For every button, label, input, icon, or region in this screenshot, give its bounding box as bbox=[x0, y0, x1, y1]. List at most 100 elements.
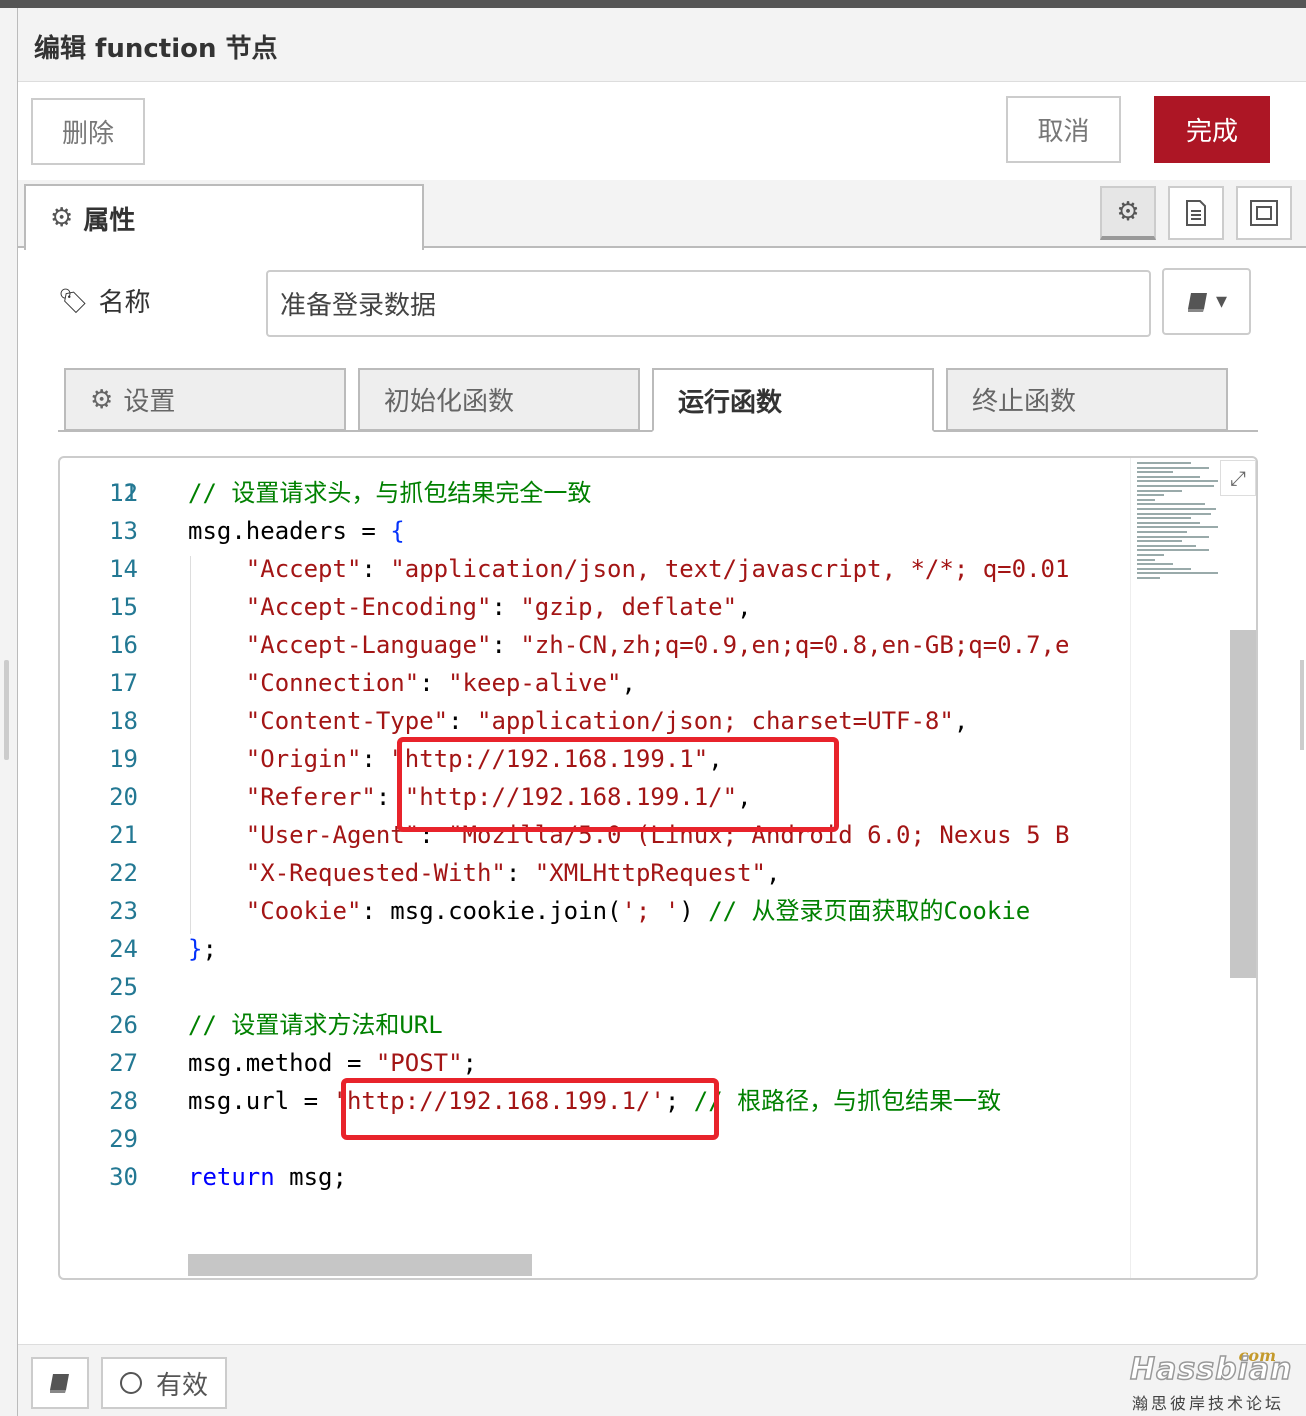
minimap-line bbox=[1137, 563, 1173, 566]
cancel-button[interactable]: 取消 bbox=[1006, 96, 1121, 163]
resize-handle-right[interactable] bbox=[1300, 660, 1304, 750]
code-text: "Connection": "keep-alive", bbox=[188, 664, 636, 702]
code-token: "Origin" bbox=[245, 745, 362, 773]
vertical-scrollbar[interactable] bbox=[1230, 630, 1256, 978]
code-token: "Connection" bbox=[245, 669, 420, 697]
code-token: // 设置请求头，与抓包结果完全一致 bbox=[188, 479, 592, 507]
watermark-subtitle: 瀚思彼岸技术论坛 bbox=[1132, 1394, 1285, 1413]
code-token: // 设置请求方法和URL bbox=[188, 1011, 443, 1039]
minimap-line bbox=[1137, 577, 1160, 579]
line-number: 29 bbox=[109, 1125, 138, 1153]
code-text: "Content-Type": "application/json; chars… bbox=[188, 702, 968, 740]
highlight-box-origin-referer bbox=[397, 737, 839, 832]
tab-on-stop[interactable]: 终止函数 bbox=[946, 368, 1228, 431]
minimap-line bbox=[1137, 489, 1182, 492]
code-line: 23 "Cookie": msg.cookie.join('; ') // 从登… bbox=[60, 892, 1128, 930]
gear-icon: ⚙ bbox=[1116, 197, 1140, 227]
line-number: 26 bbox=[109, 1011, 138, 1039]
code-token: : bbox=[361, 555, 391, 583]
code-editor[interactable]: 11 12 // 设置请求头，与抓包结果完全一致 13 msg.headers = {… bbox=[58, 456, 1258, 1280]
watermark: com Hassbian 瀚思彼岸技术论坛 bbox=[1128, 1346, 1298, 1413]
minimap-line bbox=[1137, 517, 1191, 520]
line-number: 15 bbox=[109, 593, 138, 621]
code-token: , bbox=[765, 859, 781, 887]
book-icon bbox=[50, 1374, 69, 1393]
tab-properties[interactable]: ⚙ 属性 bbox=[24, 184, 424, 250]
settings-tab-button[interactable]: ⚙ bbox=[1100, 186, 1156, 240]
code-text: msg.method = "POST"; bbox=[188, 1044, 477, 1082]
code-text: }; bbox=[188, 930, 217, 968]
delete-button[interactable]: 删除 bbox=[31, 98, 145, 165]
tab-on-stop-label: 终止函数 bbox=[972, 387, 1077, 417]
code-token: "application/json, text/javascript, */*;… bbox=[390, 555, 1070, 583]
code-token: : msg.cookie.join( bbox=[361, 897, 622, 925]
minimap-line bbox=[1137, 503, 1205, 506]
chevron-down-icon: ▾ bbox=[1215, 289, 1228, 314]
minimap-line bbox=[1137, 521, 1200, 524]
code-text: // 设置请求头，与抓包结果完全一致 bbox=[188, 474, 591, 512]
minimap-line bbox=[1137, 475, 1200, 478]
code-line: 18 "Content-Type": "application/json; ch… bbox=[60, 702, 1128, 740]
book-icon bbox=[1187, 292, 1207, 312]
code-token: "Referer" bbox=[245, 783, 376, 811]
tab-setup[interactable]: ⚙ 设置 bbox=[64, 368, 346, 431]
node-library-button[interactable]: ▾ bbox=[1162, 268, 1251, 335]
line-number: 18 bbox=[109, 707, 138, 735]
expand-editor-button[interactable]: ⤢ bbox=[1220, 460, 1256, 496]
code-token: msg.url = bbox=[188, 1087, 333, 1115]
code-token: "gzip, deflate" bbox=[520, 593, 738, 621]
code-line: 17 "Connection": "keep-alive", bbox=[60, 664, 1128, 702]
footer-book-button[interactable] bbox=[31, 1357, 89, 1409]
name-input[interactable]: 准备登录数据 bbox=[266, 270, 1151, 337]
code-line: 24}; bbox=[60, 930, 1128, 968]
code-token: ; bbox=[202, 935, 217, 963]
code-token: { bbox=[390, 517, 405, 545]
code-token: "User-Agent" bbox=[245, 821, 420, 849]
resize-handle-left[interactable] bbox=[4, 660, 9, 760]
gear-icon: ⚙ bbox=[90, 384, 114, 415]
minimap[interactable] bbox=[1130, 458, 1230, 1278]
code-text: "Accept": "application/json, text/javasc… bbox=[188, 550, 1070, 588]
description-tab-button[interactable] bbox=[1168, 186, 1224, 240]
minimap-line bbox=[1137, 544, 1196, 547]
code-token: "Accept-Language" bbox=[245, 631, 492, 659]
frame-icon bbox=[1250, 200, 1278, 226]
line-number: 17 bbox=[109, 669, 138, 697]
code-token: ) bbox=[679, 897, 709, 925]
code-token: ; bbox=[462, 1049, 477, 1077]
code-line: 16 "Accept-Language": "zh-CN,zh;q=0.9,en… bbox=[60, 626, 1128, 664]
code-line: 14 "Accept": "application/json, text/jav… bbox=[60, 550, 1128, 588]
appearance-tab-button[interactable] bbox=[1236, 186, 1292, 240]
code-line: 12 // 设置请求头，与抓包结果完全一致 bbox=[60, 474, 1128, 512]
line-number: 19 bbox=[109, 745, 138, 773]
tab-on-message[interactable]: 运行函数 bbox=[652, 368, 934, 432]
tab-properties-label: 属性 bbox=[83, 205, 136, 236]
line-number: 20 bbox=[109, 783, 138, 811]
code-text: "X-Requested-With": "XMLHttpRequest", bbox=[188, 854, 781, 892]
code-token: , bbox=[737, 593, 752, 621]
code-lines[interactable]: 11 12 // 设置请求头，与抓包结果完全一致 13 msg.headers = {… bbox=[60, 458, 1128, 1278]
enabled-toggle[interactable]: 有效 bbox=[101, 1357, 227, 1409]
code-token: , bbox=[621, 669, 636, 697]
minimap-line bbox=[1137, 480, 1218, 483]
code-token: , bbox=[953, 707, 969, 735]
code-text: "Cookie": msg.cookie.join('; ') // 从登录页面… bbox=[188, 892, 1030, 930]
code-token: "XMLHttpRequest" bbox=[534, 859, 766, 887]
tab-on-start[interactable]: 初始化函数 bbox=[358, 368, 640, 431]
horizontal-scrollbar[interactable] bbox=[188, 1254, 532, 1276]
line-number: 12 bbox=[109, 479, 138, 507]
line-number: 22 bbox=[109, 859, 138, 887]
minimap-line bbox=[1137, 572, 1218, 575]
code-token: // 根路径，与抓包结果一致 bbox=[693, 1087, 1002, 1115]
done-button[interactable]: 完成 bbox=[1154, 96, 1270, 163]
code-token: "POST" bbox=[375, 1049, 463, 1077]
code-token: '; ' bbox=[621, 897, 680, 925]
enabled-label: 有效 bbox=[155, 1370, 208, 1401]
code-line-partial: 11 bbox=[60, 458, 1128, 507]
code-token: "application/json; charset=UTF-8" bbox=[477, 707, 954, 735]
line-number: 21 bbox=[109, 821, 138, 849]
minimap-line bbox=[1137, 558, 1155, 561]
code-token: "X-Requested-With" bbox=[245, 859, 506, 887]
